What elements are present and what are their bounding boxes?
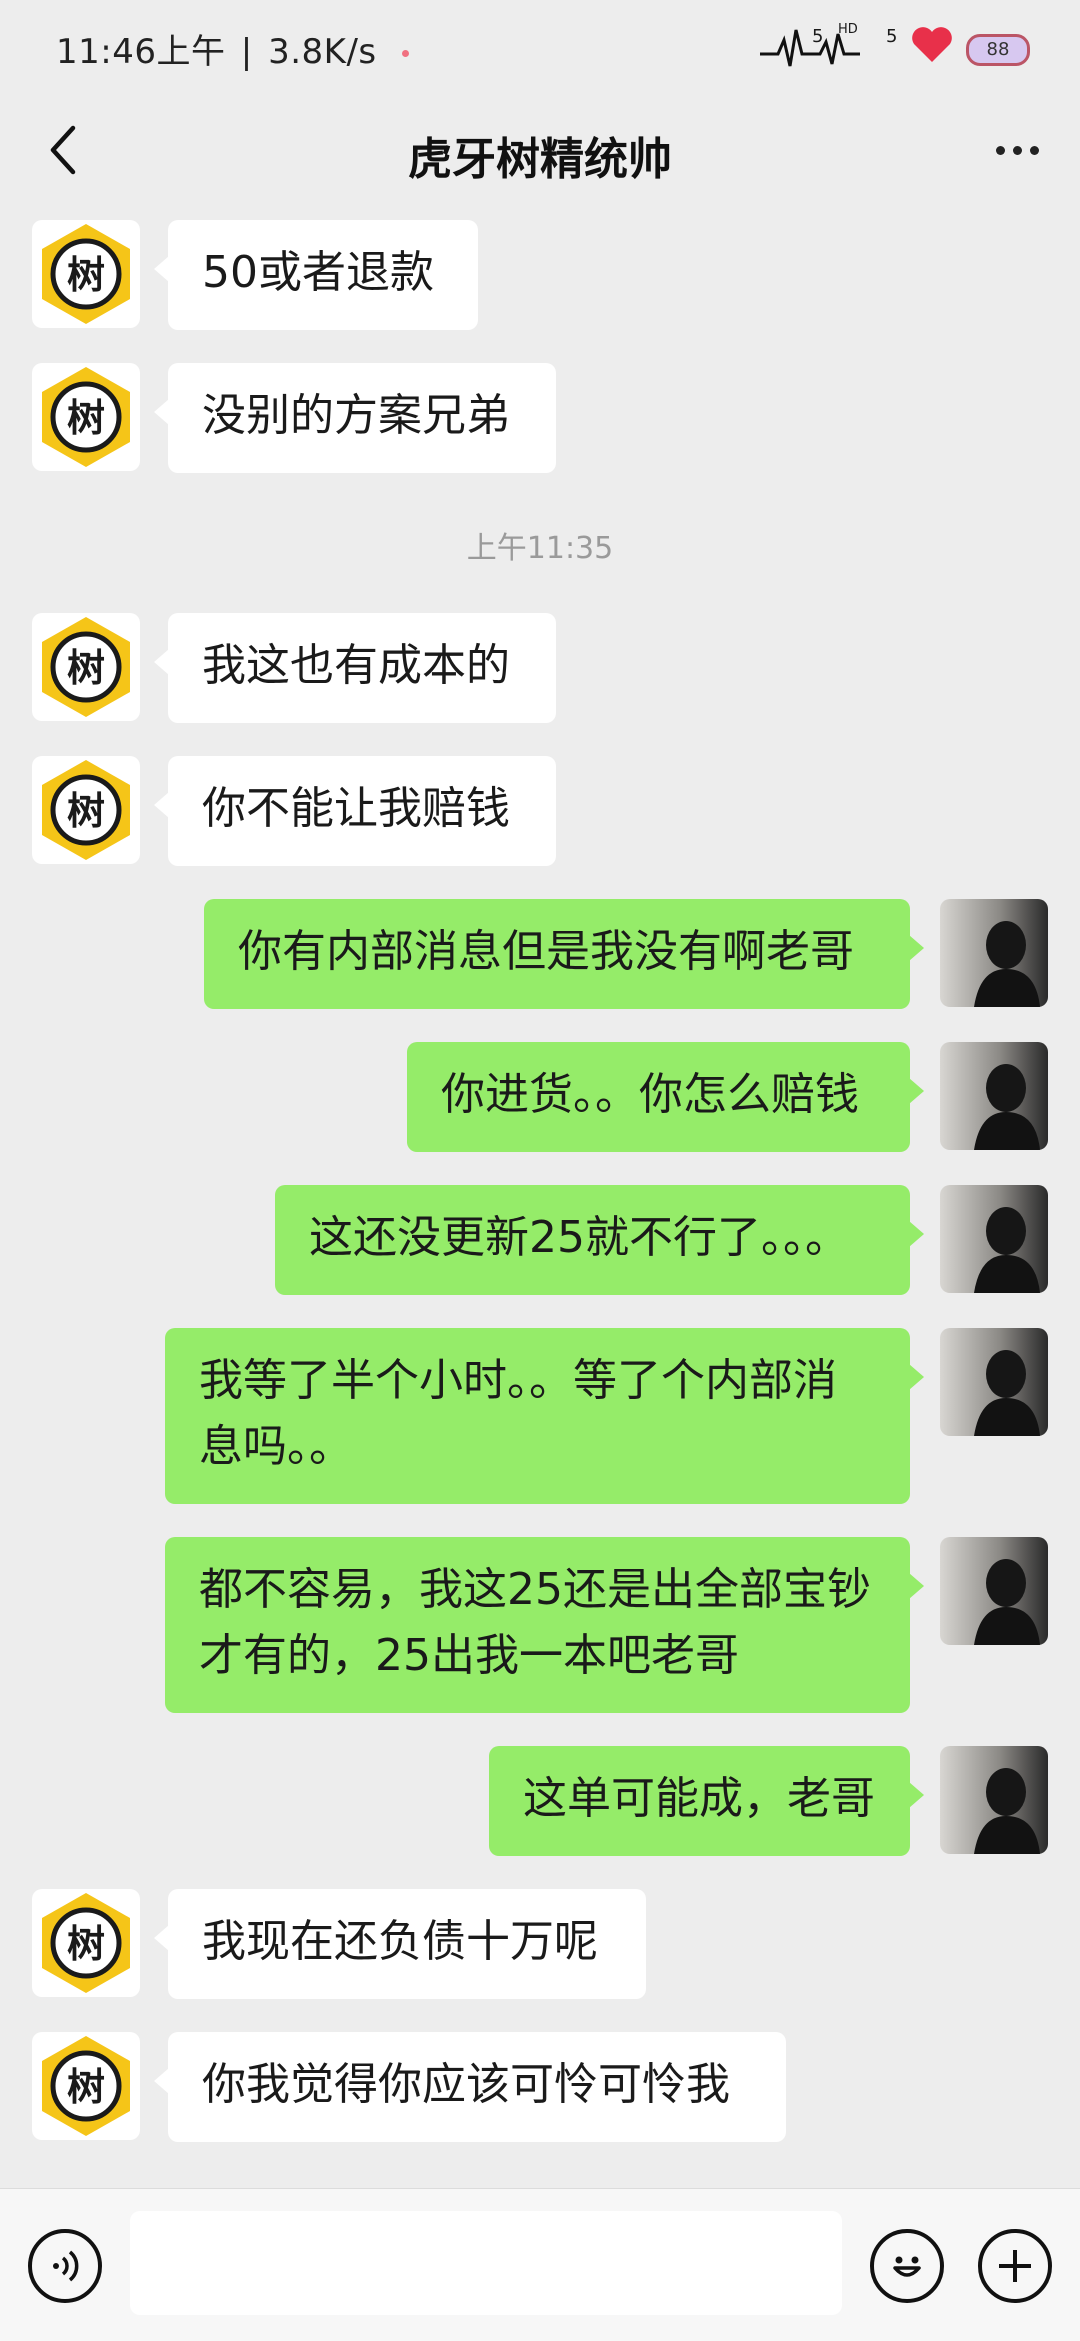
voice-icon [53, 2250, 79, 2282]
chat-title: 虎牙树精统帅 [408, 134, 672, 185]
battery-level: 88 [986, 39, 1010, 60]
contact-avatar[interactable]: 树 [32, 613, 140, 721]
user-photo [940, 1042, 1048, 1150]
tree-logo-icon: 树 [42, 617, 130, 717]
status-right: 5 HD 5 88 [760, 20, 1030, 76]
plus-icon [999, 2250, 1031, 2282]
status-bar: 11:46上午 | 3.8K/s 5 HD 5 88 [0, 0, 1080, 95]
network-speed: 3.8K/s [268, 32, 377, 72]
status-left: 11:46上午 | 3.8K/s [56, 24, 409, 73]
user-photo [940, 1185, 1048, 1293]
contact-avatar[interactable]: 树 [32, 2032, 140, 2140]
incoming-message: 树 我这也有成本的 [0, 613, 1080, 723]
emoji-button[interactable] [870, 2229, 944, 2303]
more-options-button[interactable] [982, 115, 1052, 185]
notification-dot [401, 50, 409, 57]
my-avatar[interactable] [940, 1746, 1048, 1854]
tree-logo-icon: 树 [42, 1893, 130, 1993]
my-avatar[interactable] [940, 1328, 1048, 1436]
signal-strength-1: 5 [812, 26, 824, 47]
incoming-message: 树 50或者退款 [0, 220, 1080, 330]
user-photo [940, 1746, 1048, 1854]
contact-avatar[interactable]: 树 [32, 756, 140, 864]
message-bubble[interactable]: 这单可能成，老哥 [489, 1746, 924, 1856]
battery-indicator: 88 [966, 34, 1030, 66]
message-bubble[interactable]: 你有内部消息但是我没有啊老哥 [204, 899, 924, 1009]
my-avatar[interactable] [940, 1537, 1048, 1645]
message-bubble[interactable]: 你我觉得你应该可怜可怜我 [154, 2032, 786, 2142]
contact-avatar[interactable]: 树 [32, 1889, 140, 1997]
emoji-icon [893, 2256, 921, 2277]
hd-label: HD [838, 22, 858, 37]
outgoing-message: 这单可能成，老哥 [0, 1746, 1080, 1856]
my-avatar[interactable] [940, 1042, 1048, 1150]
avatar-glyph: 树 [67, 396, 105, 440]
message-bubble[interactable]: 我现在还负债十万呢 [154, 1889, 646, 1999]
message-bubble[interactable]: 你不能让我赔钱 [154, 756, 556, 866]
contact-avatar[interactable]: 树 [32, 220, 140, 328]
input-bar [0, 2188, 1080, 2341]
message-input[interactable] [130, 2211, 842, 2315]
outgoing-message: 都不容易，我这25还是出全部宝钞才有的，25出我一本吧老哥 [0, 1537, 1080, 1713]
outgoing-message: 这还没更新25就不行了。。。 [0, 1185, 1080, 1295]
message-timestamp: 上午11:35 [466, 531, 614, 566]
avatar-glyph: 树 [67, 253, 105, 297]
outgoing-message: 我等了半个小时。。等了个内部消息吗。。 [0, 1328, 1080, 1504]
more-dots-icon [1029, 145, 1039, 155]
chat-header: 虎牙树精统帅 [0, 95, 1080, 205]
signal-strength-2: 5 [886, 26, 898, 47]
incoming-message: 树 你不能让我赔钱 [0, 756, 1080, 866]
message-bubble[interactable]: 你进货。。你怎么赔钱 [407, 1042, 924, 1152]
more-dots-icon [1012, 145, 1022, 155]
tree-logo-icon: 树 [42, 2036, 130, 2136]
avatar-glyph: 树 [67, 646, 105, 690]
message-bubble[interactable]: 我这也有成本的 [154, 613, 556, 723]
my-avatar[interactable] [940, 899, 1048, 1007]
avatar-glyph: 树 [67, 1922, 105, 1966]
heartbeat-signal-icon [760, 29, 860, 67]
user-photo [940, 899, 1048, 1007]
plus-button[interactable] [978, 2229, 1052, 2303]
outgoing-message: 你进货。。你怎么赔钱 [0, 1042, 1080, 1152]
message-bubble[interactable]: 没别的方案兄弟 [154, 363, 556, 473]
voice-button[interactable] [28, 2229, 102, 2303]
message-bubble[interactable]: 50或者退款 [154, 220, 478, 330]
more-dots-icon [995, 145, 1005, 155]
message-bubble[interactable]: 这还没更新25就不行了。。。 [275, 1185, 924, 1295]
status-separator: | [240, 32, 253, 72]
message-bubble[interactable]: 我等了半个小时。。等了个内部消息吗。。 [165, 1328, 924, 1504]
tree-logo-icon: 树 [42, 367, 130, 467]
avatar-glyph: 树 [67, 789, 105, 833]
tree-logo-icon: 树 [42, 224, 130, 324]
message-bubble[interactable]: 都不容易，我这25还是出全部宝钞才有的，25出我一本吧老哥 [165, 1537, 924, 1713]
incoming-message: 树 你我觉得你应该可怜可怜我 [0, 2032, 1080, 2142]
incoming-message: 树 没别的方案兄弟 [0, 363, 1080, 473]
status-time: 11:46上午 [56, 32, 226, 72]
avatar-glyph: 树 [67, 2065, 105, 2109]
outgoing-message: 你有内部消息但是我没有啊老哥 [0, 899, 1080, 1009]
contact-avatar[interactable]: 树 [32, 363, 140, 471]
heart-icon [912, 27, 952, 62]
user-photo [940, 1537, 1048, 1645]
my-avatar[interactable] [940, 1185, 1048, 1293]
incoming-message: 树 我现在还负债十万呢 [0, 1889, 1080, 1999]
tree-logo-icon: 树 [42, 760, 130, 860]
user-photo [940, 1328, 1048, 1436]
message-list[interactable]: 树 50或者退款树没别的方案兄弟 上午11:35 树我这也有成本的树你不能让我赔钱 你有… [0, 205, 1080, 2188]
